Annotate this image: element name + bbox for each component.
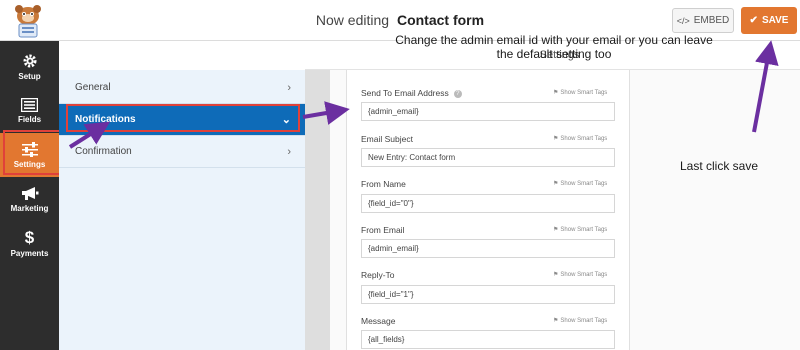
app-window: Now editing Contact form </> EMBED ✔ SAV… <box>0 0 800 350</box>
show-smart-tags-link[interactable]: ⚑ Show Smart Tags <box>553 317 608 325</box>
list-icon <box>21 98 38 112</box>
megaphone-icon <box>21 186 38 200</box>
embed-label: EMBED <box>693 15 730 26</box>
show-smart-tags-link[interactable]: ⚑ Show Smart Tags <box>553 180 608 188</box>
field-label: Send To Email Address? <box>361 88 462 98</box>
show-smart-tags-link[interactable]: ⚑ Show Smart Tags <box>553 271 608 279</box>
instruction-note: Change the admin email id with your emai… <box>374 33 734 61</box>
tag-icon: ⚑ <box>553 227 559 233</box>
field-label-text: Email Subject <box>361 134 413 144</box>
smart-tags-label: Show Smart Tags <box>560 317 608 324</box>
field-label: Reply-To <box>361 270 395 280</box>
email-subject-input[interactable]: New Entry: Contact form <box>361 148 615 167</box>
rail-label-marketing: Marketing <box>10 203 49 213</box>
field-label-text: From Name <box>361 179 406 189</box>
form-name: Contact form <box>396 12 485 28</box>
save-note: Last click save <box>680 159 759 173</box>
field-label: From Email <box>361 225 404 235</box>
left-rail: Setup Fields Settings Marketing $ Paymen… <box>0 41 59 350</box>
field-label: From Name <box>361 179 406 189</box>
send-to-email-input[interactable]: {admin_email} <box>361 102 615 121</box>
instruction-line-1: Change the admin email id with your emai… <box>395 33 713 47</box>
settings-highlight-box <box>3 130 65 175</box>
help-icon[interactable]: ? <box>453 89 462 98</box>
rail-item-payments[interactable]: $ Payments <box>0 221 59 265</box>
message-input[interactable]: {all_fields} <box>361 330 615 349</box>
from-email-input[interactable]: {admin_email} <box>361 239 615 258</box>
reply-to-input[interactable]: {field_id="1"} <box>361 285 615 304</box>
tag-icon: ⚑ <box>553 318 559 324</box>
code-icon: </> <box>676 15 690 26</box>
save-button[interactable]: ✔ SAVE <box>741 7 797 34</box>
title-prefix: Now editing <box>315 12 390 28</box>
field-label: Email Subject <box>361 134 413 144</box>
checkmark-icon: ✔ <box>749 15 758 26</box>
tag-icon: ⚑ <box>553 181 559 187</box>
smart-tags-label: Show Smart Tags <box>560 226 608 233</box>
panel-label-confirmation: Confirmation <box>75 146 132 157</box>
tag-icon: ⚑ <box>553 136 559 142</box>
field-label-text: Reply-To <box>361 270 395 280</box>
panel-label-general: General <box>75 82 111 93</box>
tag-icon: ⚑ <box>553 272 559 278</box>
notifications-highlight-box <box>66 104 300 132</box>
show-smart-tags-link[interactable]: ⚑ Show Smart Tags <box>553 226 608 234</box>
dollar-icon: $ <box>24 227 35 247</box>
rail-label-payments: Payments <box>10 248 49 258</box>
field-label: Message <box>361 316 396 326</box>
field-label-text: Message <box>361 316 396 326</box>
chevron-right-icon: › <box>287 145 291 158</box>
embed-button[interactable]: </> EMBED <box>672 8 734 33</box>
smart-tags-label: Show Smart Tags <box>560 135 608 142</box>
show-smart-tags-link[interactable]: ⚑ Show Smart Tags <box>553 135 608 143</box>
panel-item-general[interactable]: General › <box>59 72 305 104</box>
save-label: SAVE <box>761 15 789 26</box>
smart-tags-label: Show Smart Tags <box>560 271 608 278</box>
gear-icon <box>23 54 36 68</box>
smart-tags-label: Show Smart Tags <box>560 180 608 187</box>
rail-label-setup: Setup <box>18 72 41 81</box>
chevron-right-icon: › <box>287 81 291 94</box>
from-name-input[interactable]: {field_id="0"} <box>361 194 615 213</box>
field-label-text: From Email <box>361 225 405 235</box>
content-gutter <box>305 70 330 350</box>
smart-tags-label: Show Smart Tags <box>560 89 608 96</box>
rail-label-fields: Fields <box>17 115 42 124</box>
rail-item-marketing[interactable]: Marketing <box>0 177 59 221</box>
rail-item-fields[interactable]: Fields <box>0 89 59 133</box>
field-label-text: Send To Email Address <box>361 88 449 98</box>
panel-header-strip <box>59 41 305 70</box>
rail-item-setup[interactable]: Setup <box>0 45 59 89</box>
tag-icon: ⚑ <box>553 90 559 96</box>
instruction-line-2: the default setting too <box>496 47 612 61</box>
panel-item-confirmation[interactable]: Confirmation › <box>59 136 305 168</box>
show-smart-tags-link[interactable]: ⚑ Show Smart Tags <box>553 89 608 97</box>
